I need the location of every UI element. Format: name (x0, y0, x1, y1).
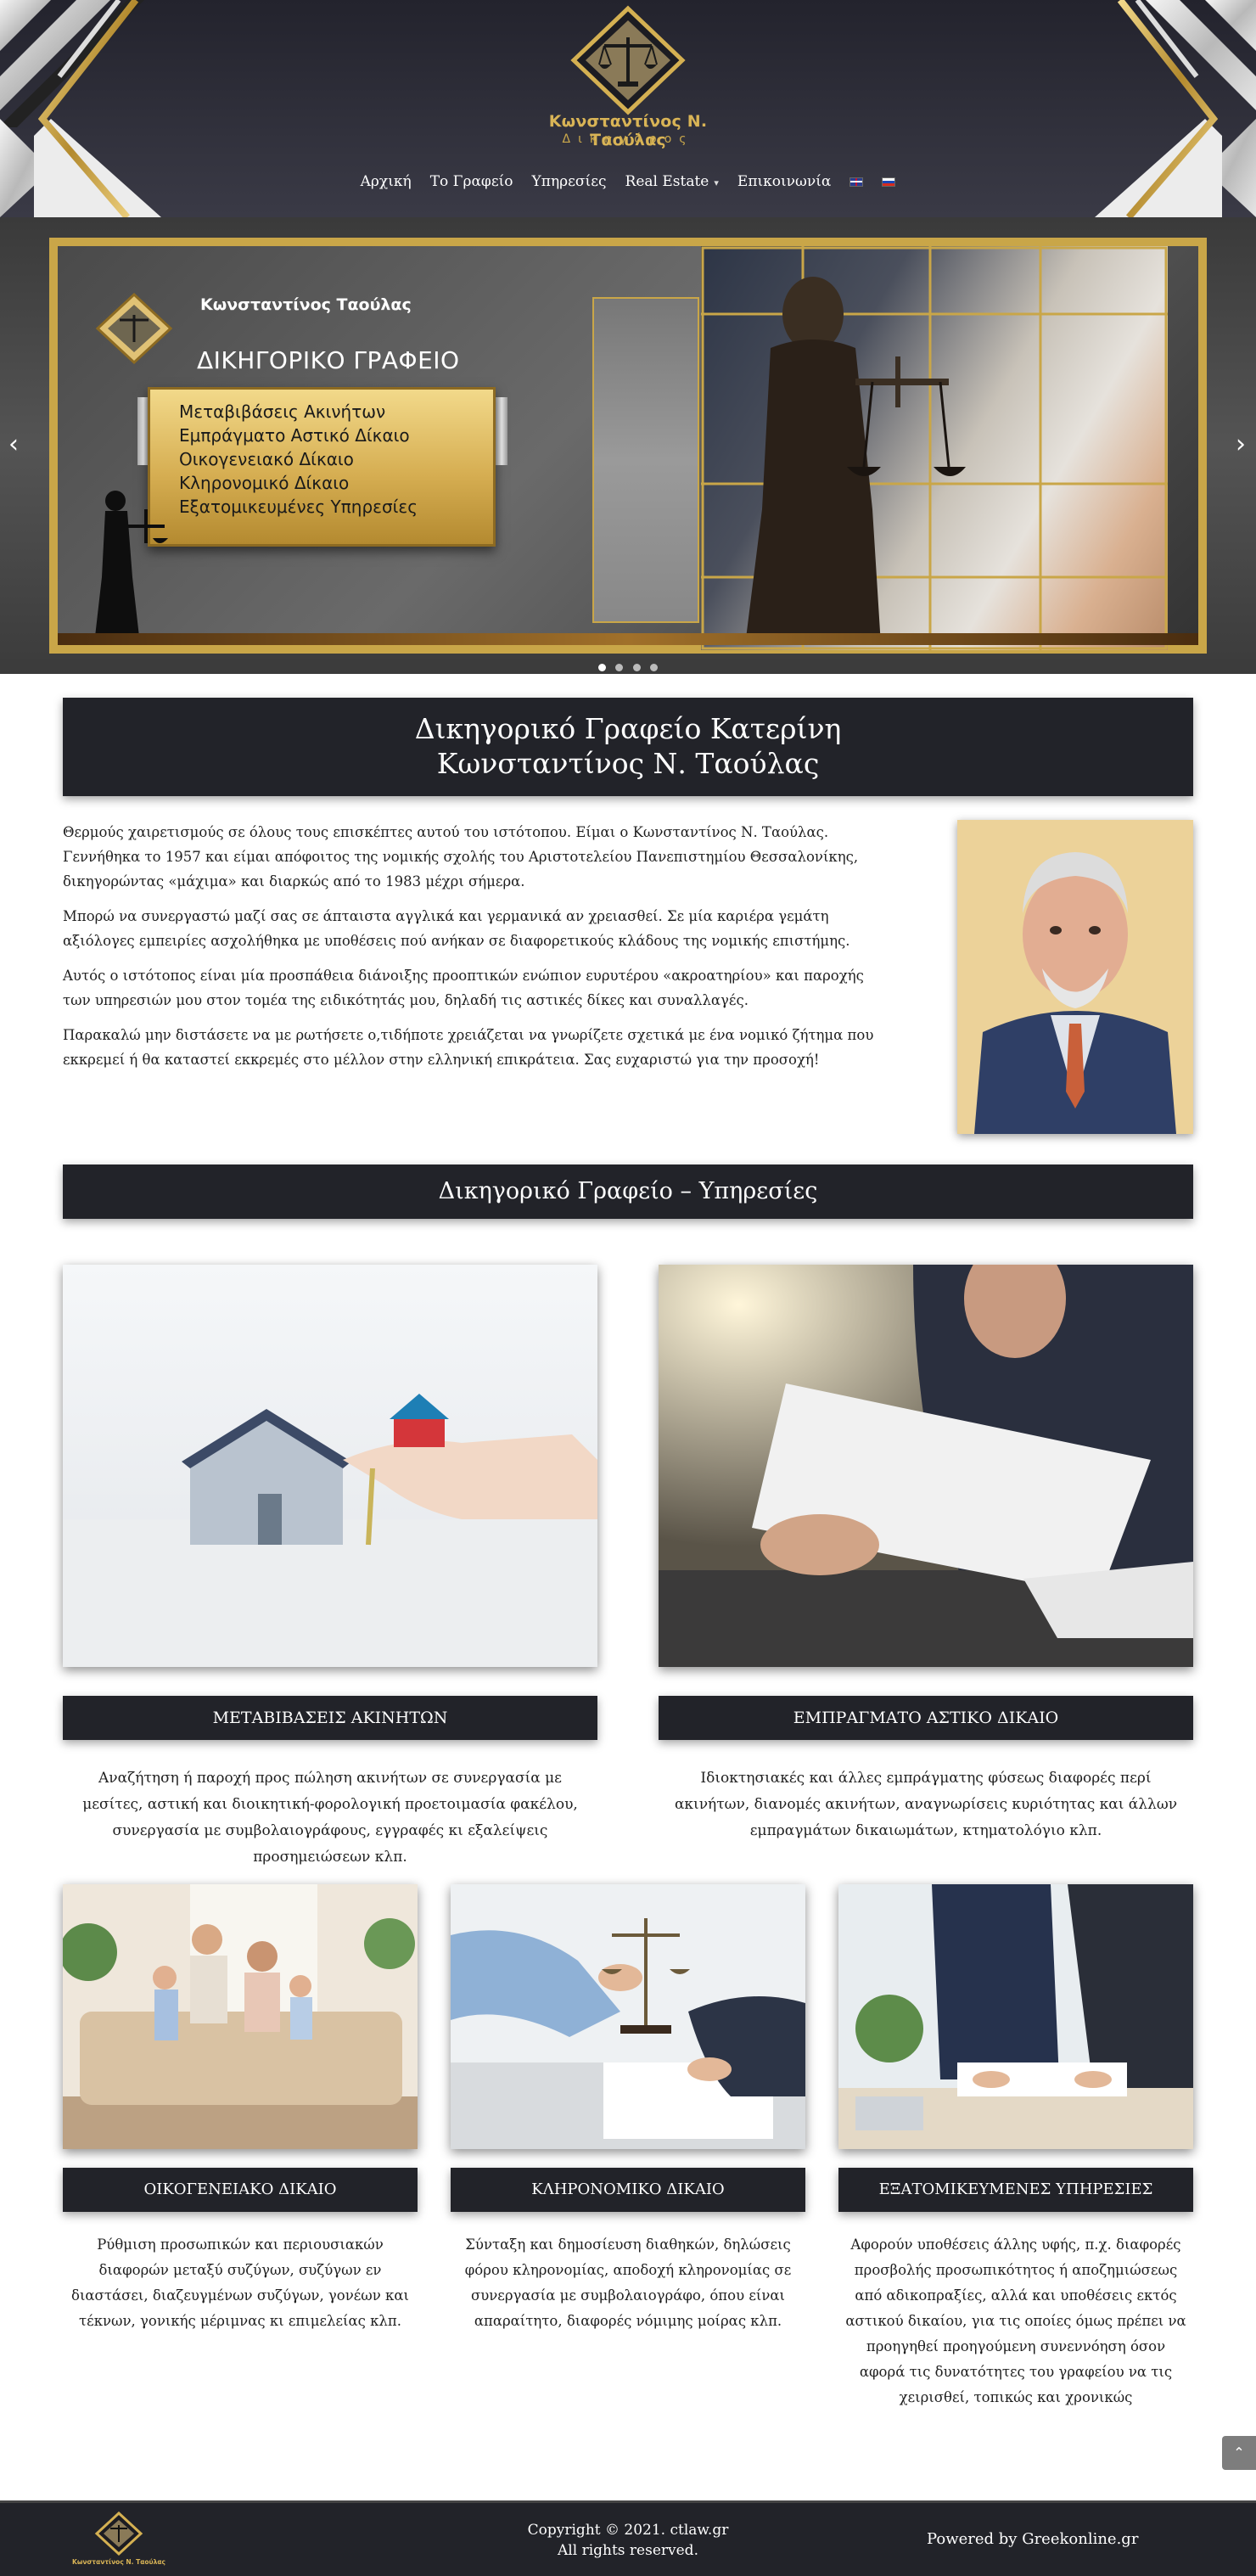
service-image-family (63, 1884, 418, 2149)
page-title: Δικηγορικό Γραφείο Κατερίνη Κωνσταντίνος… (63, 698, 1193, 796)
scales-and-gavel-image (451, 1884, 805, 2149)
service-description: Σύνταξη και δημοσίευση διαθηκών, δηλώσει… (464, 2236, 792, 2329)
footer-logo[interactable]: Κωνσταντίνος Ν. Ταούλας (71, 2511, 166, 2573)
service-title: ΚΛΗΡΟΝΟΜΙΚΟ ΔΙΚΑΙΟ (451, 2168, 805, 2212)
scales-emblem-icon (96, 293, 172, 364)
service-card[interactable]: ΚΛΗΡΟΝΟΜΙΚΟ ΔΙΚΑΙΟ Σύνταξη και δημοσίευσ… (451, 1884, 805, 2334)
logo-subtitle: Δικηγόρος (562, 132, 694, 146)
slider-prev-arrow-icon[interactable]: ‹ (8, 429, 19, 459)
slider-dot[interactable] (649, 664, 658, 671)
service-description: Αναζήτηση ή παροχή προς πώληση ακινήτων … (82, 1770, 578, 1866)
chevron-up-icon[interactable]: ⌃ (1222, 2436, 1256, 2470)
service-card[interactable]: ΟΙΚΟΓΕΝΕΙΑΚΟ ΔΙΚΑΙΟ Ρύθμιση προσωπικών κ… (63, 1884, 418, 2334)
powered-by-link[interactable]: Powered by Greekonline.gr (927, 2530, 1138, 2548)
services-row-top: ΜΕΤΑΒΙΒΑΣΕΙΣ ΑΚΙΝΗΤΩΝ Αναζήτηση ή παροχή… (63, 1265, 1193, 1884)
rights-text: All rights reserved. (558, 2542, 698, 2559)
scales-of-justice-icon (570, 5, 686, 115)
site-footer: Κωνσταντίνος Ν. Ταούλας Copyright © 2021… (0, 2500, 1256, 2576)
plaque-cap-right (496, 397, 507, 465)
nav-item-contact[interactable]: Επικοινωνία (737, 173, 831, 190)
service-image-documents (659, 1265, 1193, 1667)
copyright-text: Copyright © 2021. ctlaw.gr (527, 2522, 729, 2539)
service-image-custom (838, 1884, 1193, 2149)
service-title: ΕΞΑΤΟΜΙΚΕΥΜΕΝΕΣ ΥΠΗΡΕΣΙΕΣ (838, 2168, 1193, 2212)
man-reading-document-image (659, 1265, 1193, 1667)
slide-photo-small (592, 297, 699, 623)
service-card[interactable]: ΕΜΠΡΑΓΜΑΤΟ ΑΣΤΙΚΟ ΔΙΚΑΙΟ Ιδιοκτησιακές κ… (659, 1265, 1193, 1844)
page-title-line1: Δικηγορικό Γραφείο Κατερίνη (414, 712, 842, 745)
service-title: ΜΕΤΑΒΙΒΑΣΕΙΣ ΑΚΙΝΗΤΩΝ (63, 1696, 597, 1740)
intro-paragraph: Παρακαλώ μην διστάσετε να με ρωτήσετε ο,… (63, 1027, 874, 1068)
lady-justice-statue-icon (745, 277, 966, 645)
lawyer-portrait (957, 820, 1193, 1134)
service-card[interactable]: ΜΕΤΑΒΙΒΑΣΕΙΣ ΑΚΙΝΗΤΩΝ Αναζήτηση ή παροχή… (63, 1265, 597, 1871)
business-meeting-image (838, 1884, 1193, 2149)
slide-lawyer-name: Κωνσταντίνος Ταούλας (200, 295, 412, 314)
services-row-bottom: ΟΙΚΟΓΕΝΕΙΑΚΟ ΔΙΚΑΙΟ Ρύθμιση προσωπικών κ… (63, 1884, 1193, 2529)
service-card[interactable]: ΕΞΑΤΟΜΙΚΕΥΜΕΝΕΣ ΥΠΗΡΕΣΙΕΣ Αφορούν υποθέσ… (838, 1884, 1193, 2410)
site-header: Κωνσταντίνος Ν. Ταούλας Δικηγόρος Αρχική… (0, 0, 1256, 217)
services-title: Δικηγορικό Γραφείο – Υπηρεσίες (63, 1165, 1193, 1219)
intro-paragraph: Αυτός ο ιστότοπος είναι μία προσπάθεια δ… (63, 968, 864, 1008)
nav-item-home[interactable]: Αρχική (361, 173, 412, 190)
footer-logo-name: Κωνσταντίνος Ν. Ταούλας (72, 2558, 165, 2566)
service-description: Ιδιοκτησιακές και άλλες εμπράγματης φύσε… (674, 1770, 1178, 1839)
portrait-figure (957, 820, 1193, 1134)
site-logo[interactable]: Κωνσταντίνος Ν. Ταούλας Δικηγόρος (526, 5, 730, 149)
slider-next-arrow-icon[interactable]: › (1236, 429, 1246, 459)
slide-services-plaque: Μεταβιβάσεις Ακινήτων Εμπράγματο Αστικό … (148, 387, 496, 547)
slide-title: ΔΙΚΗΓΟΡΙΚΟ ΓΡΑΦΕΙΟ (197, 346, 460, 374)
service-image-house (63, 1265, 597, 1667)
nav-item-real-estate[interactable]: Real Estate ▾ (625, 173, 719, 190)
en-flag-icon[interactable] (849, 177, 864, 187)
footer-copyright: Copyright © 2021. ctlaw.gr All rights re… (458, 2520, 798, 2561)
footer-scales-icon: Κωνσταντίνος Ν. Ταούλας (72, 2511, 165, 2566)
service-title: ΕΜΠΡΑΓΜΑΤΟ ΑΣΤΙΚΟ ΔΙΚΑΙΟ (659, 1696, 1193, 1740)
nav-item-services[interactable]: Υπηρεσίες (532, 173, 607, 190)
hero-slider: Κωνσταντίνος Ταούλας ΔΙΚΗΓΟΡΙΚΟ ΓΡΑΦΕΙΟ … (0, 217, 1256, 674)
service-description: Ρύθμιση προσωπικών και περιουσιακών διαφ… (71, 2236, 409, 2329)
lady-justice-silhouette-icon (88, 491, 168, 642)
nav-item-office[interactable]: Το Γραφείο (430, 173, 513, 190)
family-on-sofa-image (63, 1884, 418, 2149)
intro-paragraph: Θερμούς χαιρετισμούς σε όλους τους επισκ… (63, 824, 859, 890)
plaque-item: Εξατομικευμένες Υπηρεσίες (179, 497, 418, 517)
slider-dot[interactable] (632, 664, 641, 671)
slide: Κωνσταντίνος Ταούλας ΔΙΚΗΓΟΡΙΚΟ ΓΡΑΦΕΙΟ … (49, 238, 1207, 654)
intro-text: Θερμούς χαιρετισμούς σε όλους τους επισκ… (63, 820, 878, 1082)
slide-bottom-bar (58, 633, 1198, 645)
plaque-item: Εμπράγματο Αστικό Δίκαιο (179, 425, 410, 446)
nav-item-real-estate-label: Real Estate (625, 173, 709, 190)
plaque-item: Οικογενειακό Δίκαιο (179, 449, 354, 469)
slider-dot[interactable] (598, 664, 607, 671)
chevron-down-icon: ▾ (714, 177, 719, 188)
house-keys-image (63, 1265, 597, 1667)
plaque-item: Μεταβιβάσεις Ακινήτων (179, 401, 386, 422)
intro-paragraph: Μπορώ να συνεργαστώ μαζί σας σε άπταιστα… (63, 908, 850, 949)
intro-section: Θερμούς χαιρετισμούς σε όλους τους επισκ… (63, 820, 1193, 1141)
slider-dot[interactable] (615, 664, 624, 671)
main-nav: Αρχική Το Γραφείο Υπηρεσίες Real Estate ▾… (0, 173, 1256, 190)
page-title-line2: Κωνσταντίνος Ν. Ταούλας (436, 747, 820, 780)
plaque-item: Κληρονομικό Δίκαιο (179, 473, 350, 493)
main-content: Δικηγορικό Γραφείο Κατερίνη Κωνσταντίνος… (63, 698, 1193, 2529)
service-title: ΟΙΚΟΓΕΝΕΙΑΚΟ ΔΙΚΑΙΟ (63, 2168, 418, 2212)
service-image-inheritance (451, 1884, 805, 2149)
slider-dots (0, 659, 1256, 674)
service-description: Αφορούν υποθέσεις άλλης υφής, π.χ. διαφο… (845, 2236, 1186, 2405)
ru-flag-icon[interactable] (882, 177, 896, 187)
